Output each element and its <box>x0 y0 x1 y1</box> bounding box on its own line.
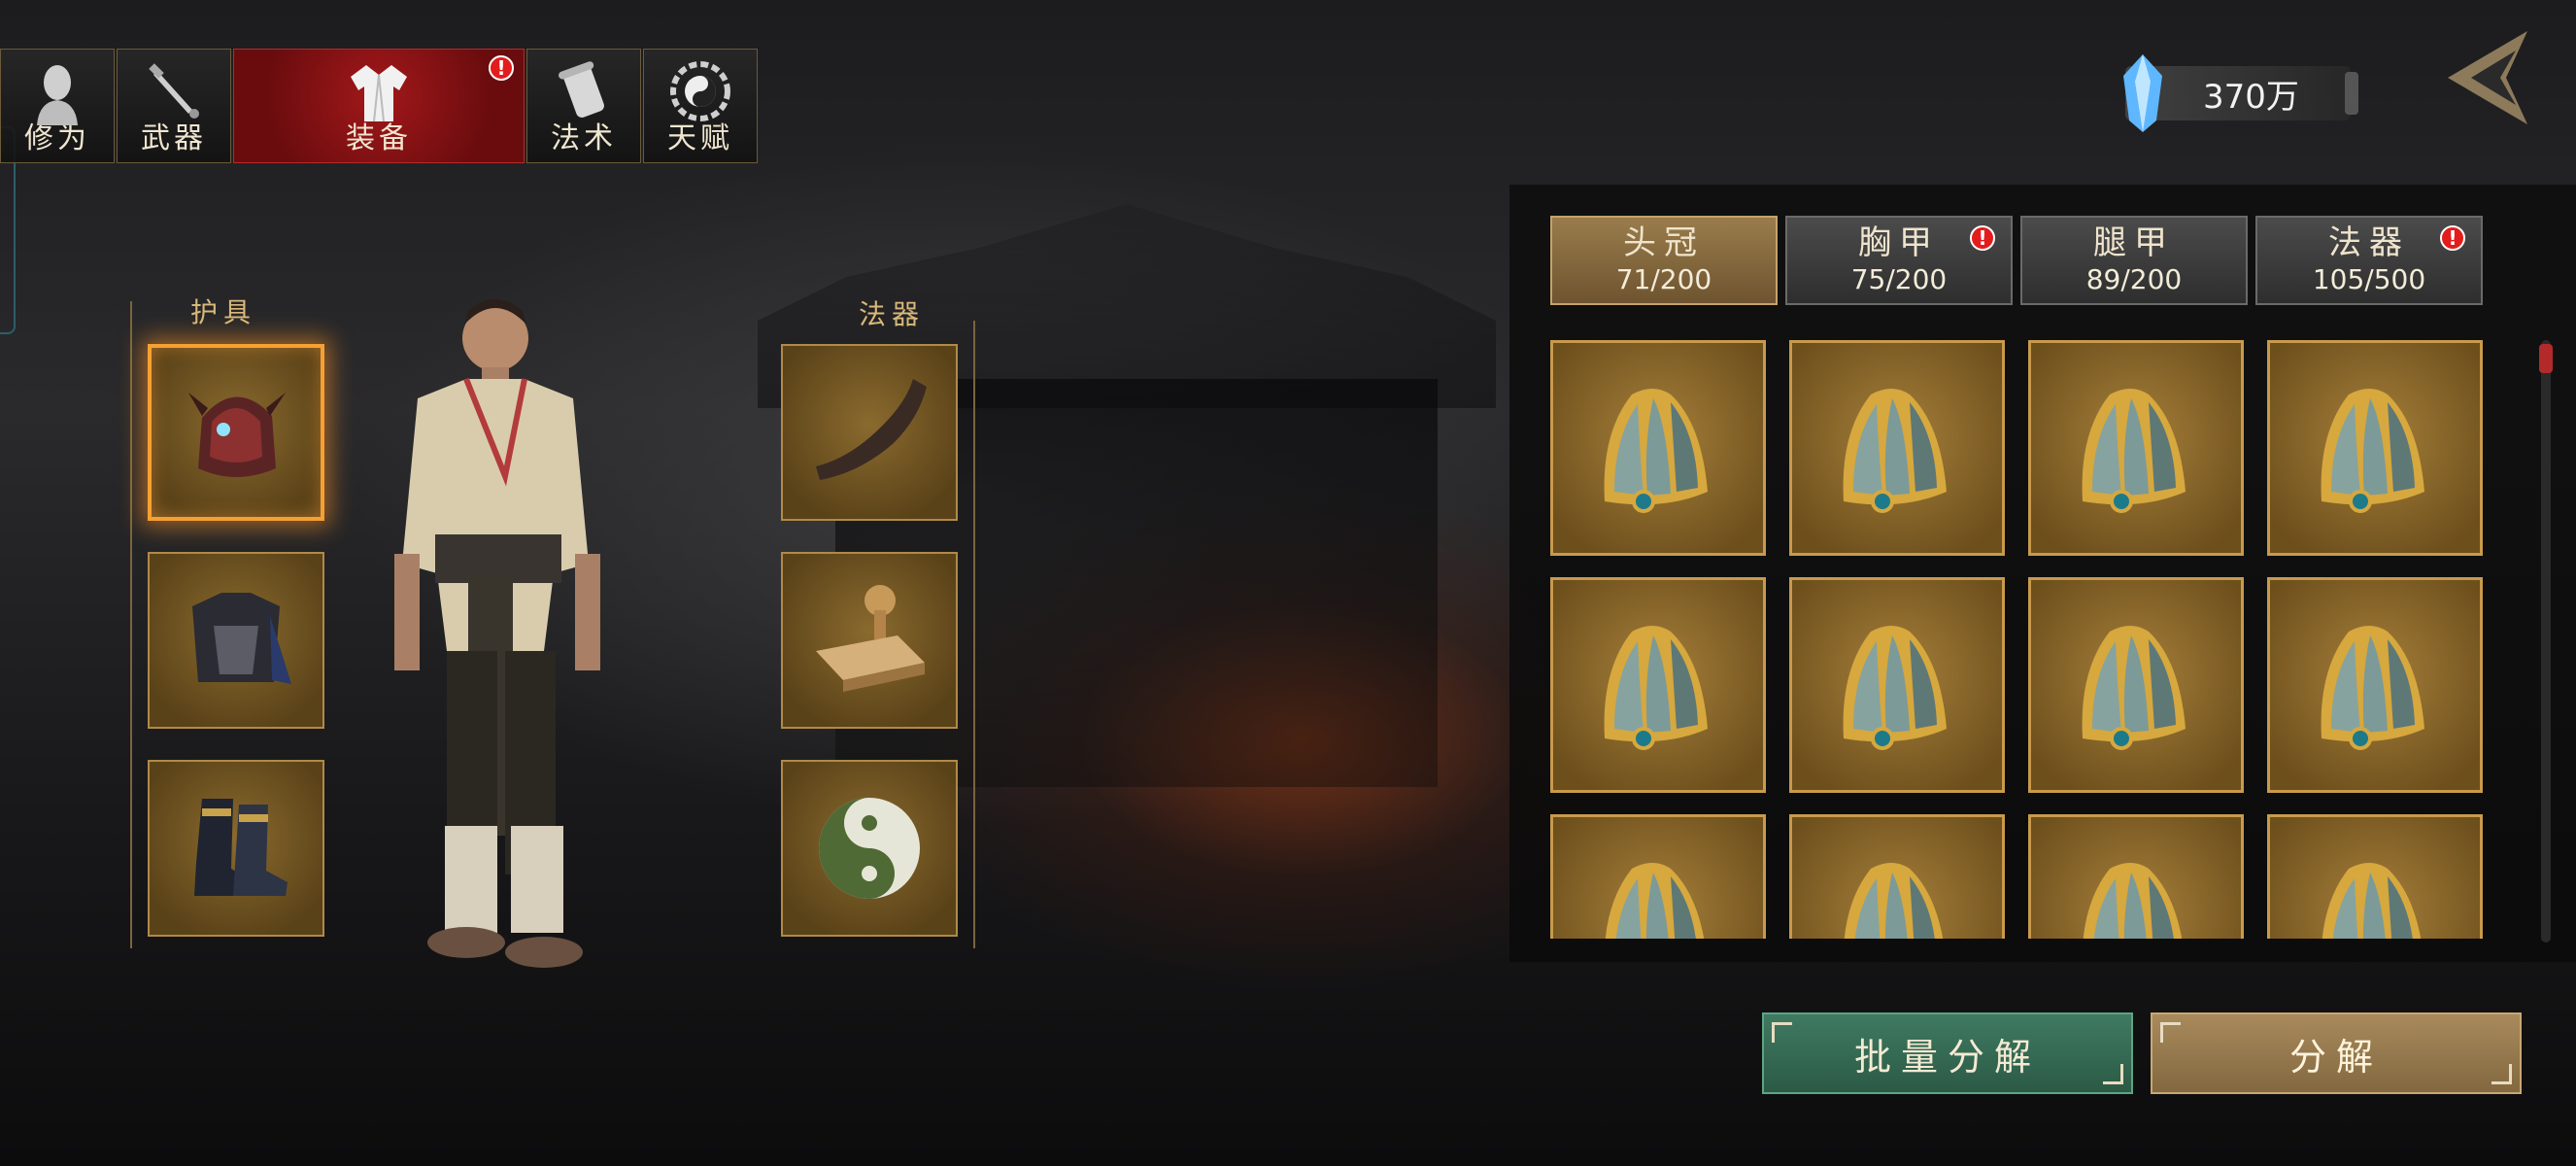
inventory-item[interactable] <box>1789 340 2005 556</box>
batch-decompose-button[interactable]: 批量分解 <box>1762 1012 2133 1094</box>
batch-decompose-label: 批量分解 <box>1853 1035 2041 1079</box>
blue-crystal-icon <box>2123 54 2162 132</box>
category-tab-crown[interactable]: 头冠 71/200 <box>1550 216 1778 305</box>
category-tab-chest[interactable]: 胸甲 75/200 ! <box>1785 216 2013 305</box>
inventory-item[interactable] <box>1550 340 1766 556</box>
inventory-item[interactable] <box>2028 577 2244 793</box>
inventory-item[interactable] <box>1550 814 1766 939</box>
inventory-grid-viewport[interactable] <box>1550 340 2487 939</box>
inventory-item[interactable] <box>2028 814 2244 939</box>
alert-badge: ! <box>1970 225 1995 251</box>
inventory-item[interactable] <box>2267 577 2483 793</box>
boots-icon <box>194 799 288 896</box>
artifact-group-label: 法器 <box>859 298 926 330</box>
armor-slot-chest[interactable] <box>148 552 324 729</box>
armor-frame <box>130 301 132 948</box>
jade-crown-icon <box>2322 863 2422 939</box>
jade-crown-icon <box>2321 626 2424 750</box>
button-corner <box>2103 1064 2123 1084</box>
artifact-slot-horn[interactable] <box>781 344 958 521</box>
inventory-item[interactable] <box>2267 814 2483 939</box>
category-name: 头冠 <box>1623 223 1705 262</box>
inventory-item[interactable] <box>1789 814 2005 939</box>
jade-crown-icon <box>1604 389 1708 513</box>
demon-helmet-icon <box>188 393 286 477</box>
sword-icon <box>149 63 199 119</box>
inventory-grid <box>1550 340 2483 939</box>
category-tab-legs[interactable]: 腿甲 89/200 <box>2020 216 2248 305</box>
category-name: 法器 <box>2328 223 2410 262</box>
back-arrow-icon[interactable] <box>2438 27 2535 128</box>
scroll-icon <box>559 61 604 118</box>
chest-armor-icon <box>192 593 291 684</box>
artifact-frame <box>973 321 975 948</box>
decompose-button[interactable]: 分解 <box>2151 1012 2522 1094</box>
jade-crown-icon <box>1605 863 1705 939</box>
alert-badge: ! <box>489 55 514 81</box>
inventory-scrollbar[interactable] <box>2541 340 2551 943</box>
inventory-item[interactable] <box>1550 577 1766 793</box>
jade-crown-icon <box>2082 626 2186 750</box>
jade-crown-icon <box>1844 863 1944 939</box>
armor-slot-helmet[interactable] <box>148 344 324 521</box>
jade-crown-icon <box>2083 863 2183 939</box>
inventory-item[interactable] <box>1789 577 2005 793</box>
jade-crown-icon <box>2082 389 2186 513</box>
currency-amount: 370万 <box>2203 77 2299 117</box>
tab-talent[interactable]: 天赋 <box>643 49 758 163</box>
button-corner <box>2491 1064 2512 1084</box>
decompose-label: 分解 <box>2288 1035 2383 1079</box>
tab-equipment[interactable]: 装备 ! <box>233 49 525 163</box>
button-corner <box>1772 1022 1792 1043</box>
bagua-icon <box>670 61 730 121</box>
alert-badge: ! <box>2440 225 2465 251</box>
top-nav: 修为 武器 装备 ! 法术 天赋 <box>0 49 760 165</box>
yin-yang-disc-icon <box>819 798 920 899</box>
currency-display: 370万 <box>2123 54 2358 132</box>
tab-spells[interactable]: 法术 <box>526 49 641 163</box>
button-corner <box>2160 1022 2181 1043</box>
inventory-item[interactable] <box>2028 340 2244 556</box>
jade-crown-icon <box>2321 389 2424 513</box>
cultivation-head-icon <box>37 65 78 125</box>
category-count: 105/500 <box>2312 263 2426 295</box>
jade-crown-icon <box>1604 626 1708 750</box>
inventory-scroll-thumb[interactable] <box>2539 344 2553 373</box>
category-tab-artifact[interactable]: 法器 105/500 ! <box>2255 216 2483 305</box>
category-count: 75/200 <box>1850 263 1948 295</box>
currency-cap <box>2345 72 2358 115</box>
horn-icon <box>816 379 927 480</box>
artifact-slot-seal[interactable] <box>781 552 958 729</box>
inventory-item[interactable] <box>2267 340 2483 556</box>
robe-icon <box>351 65 407 122</box>
jade-crown-icon <box>1843 389 1947 513</box>
armor-group-label: 护具 <box>190 296 257 328</box>
category-count: 71/200 <box>1615 263 1712 295</box>
category-count: 89/200 <box>2085 263 2183 295</box>
category-name: 胸甲 <box>1858 223 1940 262</box>
artifact-slot-yinyang[interactable] <box>781 760 958 937</box>
armor-slot-boots[interactable] <box>148 760 324 937</box>
category-name: 腿甲 <box>2093 223 2175 262</box>
seal-stamp-icon <box>816 585 925 692</box>
tab-weapon[interactable]: 武器 <box>117 49 231 163</box>
jade-crown-icon <box>1843 626 1947 750</box>
character-model <box>394 299 600 968</box>
tab-cultivation[interactable]: 修为 <box>0 49 115 163</box>
